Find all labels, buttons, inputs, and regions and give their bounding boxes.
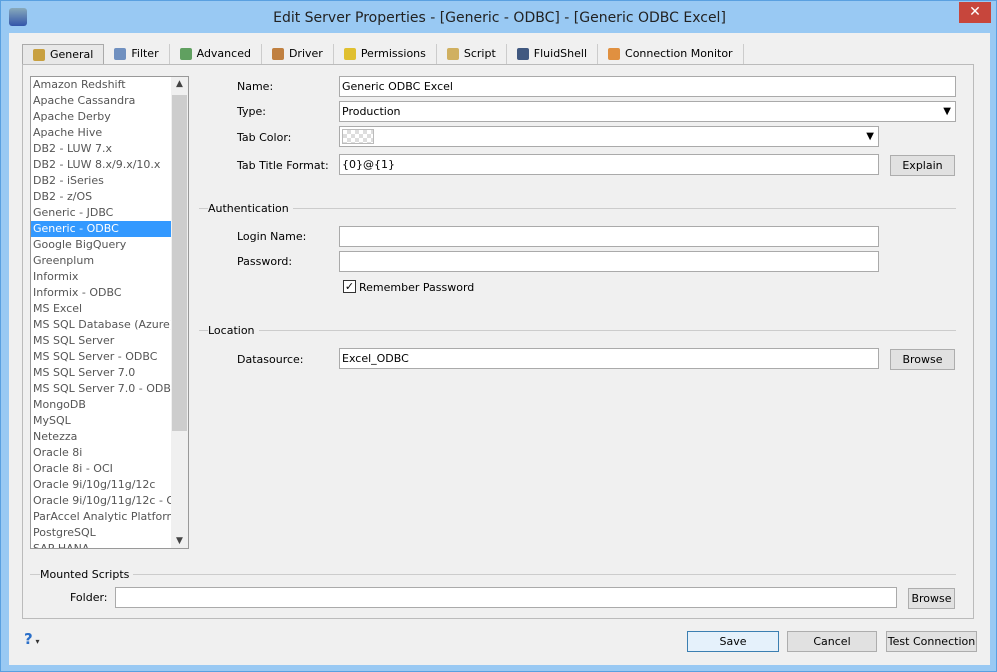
list-item[interactable]: Oracle 9i/10g/11g/12c: [31, 477, 188, 493]
list-item[interactable]: Apache Hive: [31, 125, 188, 141]
tab-color-label: Tab Color:: [237, 131, 292, 144]
test-connection-button[interactable]: Test Connection: [886, 631, 977, 652]
list-item[interactable]: Oracle 8i - OCI: [31, 461, 188, 477]
list-item[interactable]: Google BigQuery: [31, 237, 188, 253]
list-item[interactable]: Informix: [31, 269, 188, 285]
mounted-scripts-section: Mounted Scripts: [40, 568, 134, 581]
tab-script[interactable]: Script: [437, 44, 507, 64]
list-item[interactable]: ParAccel Analytic Platform: [31, 509, 188, 525]
authentication-section: Authentication: [208, 202, 293, 215]
remember-password-label: Remember Password: [359, 281, 475, 294]
connection-monitor-icon: [608, 48, 621, 60]
list-item[interactable]: Oracle 9i/10g/11g/12c - OCI: [31, 493, 188, 509]
tab-label: Script: [463, 47, 496, 60]
divider: [199, 330, 956, 331]
location-section: Location: [208, 324, 259, 337]
tab-label: General: [50, 48, 94, 61]
list-item[interactable]: Generic - JDBC: [31, 205, 188, 221]
list-item[interactable]: DB2 - iSeries: [31, 173, 188, 189]
list-item[interactable]: Amazon Redshift: [31, 77, 188, 93]
list-item[interactable]: Greenplum: [31, 253, 188, 269]
tab-color-select[interactable]: ▼: [339, 126, 879, 147]
help-button[interactable]: ? ▾: [24, 630, 40, 648]
folder-label: Folder:: [70, 591, 108, 604]
permissions-icon: [343, 48, 356, 60]
list-item[interactable]: DB2 - LUW 7.x: [31, 141, 188, 157]
tab-label: Advanced: [196, 47, 251, 60]
save-button[interactable]: Save: [687, 631, 779, 652]
list-item[interactable]: MySQL: [31, 413, 188, 429]
list-item[interactable]: MS SQL Database (Azure): [31, 317, 188, 333]
name-input[interactable]: Generic ODBC Excel: [339, 76, 956, 97]
scroll-up-icon[interactable]: ▲: [171, 79, 188, 89]
chevron-down-icon: ▼: [943, 106, 951, 117]
type-select[interactable]: Production ▼: [339, 101, 956, 122]
tab-label: Connection Monitor: [625, 47, 733, 60]
list-item[interactable]: Apache Derby: [31, 109, 188, 125]
divider: [199, 208, 956, 209]
list-item[interactable]: MS SQL Server - ODBC: [31, 349, 188, 365]
color-swatch: [342, 129, 374, 144]
folder-input[interactable]: [115, 587, 897, 608]
login-name-label: Login Name:: [237, 230, 307, 243]
list-item[interactable]: MS Excel: [31, 301, 188, 317]
password-label: Password:: [237, 255, 293, 268]
datasource-label: Datasource:: [237, 353, 304, 366]
tab-filter[interactable]: Filter: [104, 44, 170, 64]
tab-label: Driver: [288, 47, 323, 60]
divider: [30, 574, 956, 575]
script-icon: [446, 48, 459, 60]
tab-general[interactable]: General: [22, 44, 105, 65]
list-item[interactable]: Generic - ODBC: [31, 221, 188, 237]
tab-connection-monitor[interactable]: Connection Monitor: [598, 44, 744, 64]
folder-browse-button[interactable]: Browse: [908, 588, 955, 609]
tab-label: Filter: [131, 47, 159, 60]
close-button[interactable]: ✕: [959, 2, 991, 23]
name-label: Name:: [237, 80, 274, 93]
datasource-input[interactable]: Excel_ODBC: [339, 348, 879, 369]
type-value: Production: [342, 105, 401, 118]
advanced-icon: [179, 48, 192, 60]
list-item[interactable]: PostgreSQL: [31, 525, 188, 541]
list-item[interactable]: MongoDB: [31, 397, 188, 413]
help-icon: ?: [24, 630, 33, 648]
list-item[interactable]: Informix - ODBC: [31, 285, 188, 301]
list-item[interactable]: DB2 - z/OS: [31, 189, 188, 205]
tab-label: Permissions: [360, 47, 426, 60]
list-item[interactable]: MS SQL Server 7.0: [31, 365, 188, 381]
list-item[interactable]: Apache Cassandra: [31, 93, 188, 109]
cancel-button[interactable]: Cancel: [787, 631, 877, 652]
tab-title-format-input[interactable]: {0}@{1}: [339, 154, 879, 175]
server-type-list[interactable]: Amazon Redshift Apache Cassandra Apache De…: [30, 76, 189, 549]
datasource-browse-button[interactable]: Browse: [890, 349, 955, 370]
driver-icon: [271, 48, 284, 60]
login-name-input[interactable]: [339, 226, 879, 247]
tab-bar: General Filter Advanced Driver Permissions Sc…: [22, 44, 744, 65]
tab-label: FluidShell: [533, 47, 588, 60]
tab-advanced[interactable]: Advanced: [170, 44, 262, 64]
tab-driver[interactable]: Driver: [262, 44, 334, 64]
explain-button[interactable]: Explain: [890, 155, 955, 176]
scroll-down-icon[interactable]: ▼: [171, 536, 188, 546]
remember-password-checkbox[interactable]: ✓: [343, 280, 356, 293]
list-item[interactable]: Oracle 8i: [31, 445, 188, 461]
general-icon: [33, 49, 45, 61]
tab-title-format-label: Tab Title Format:: [237, 159, 329, 172]
list-item[interactable]: DB2 - LUW 8.x/9.x/10.x: [31, 157, 188, 173]
list-item[interactable]: SAP HANA: [31, 541, 188, 548]
list-item[interactable]: Netezza: [31, 429, 188, 445]
scrollbar-thumb[interactable]: [172, 95, 187, 431]
chevron-down-icon: ▼: [866, 131, 874, 142]
type-label: Type:: [237, 105, 266, 118]
filter-icon: [114, 48, 127, 60]
tab-fluidshell[interactable]: FluidShell: [507, 44, 599, 64]
password-input[interactable]: [339, 251, 879, 272]
list-scrollbar[interactable]: ▲ ▼: [171, 77, 188, 548]
tab-permissions[interactable]: Permissions: [334, 44, 437, 64]
list-item[interactable]: MS SQL Server 7.0 - ODBC: [31, 381, 188, 397]
app-icon: [9, 8, 27, 26]
window-title: Edit Server Properties - [Generic - ODBC…: [273, 10, 726, 26]
list-item[interactable]: MS SQL Server: [31, 333, 188, 349]
fluidshell-icon: [516, 48, 529, 60]
